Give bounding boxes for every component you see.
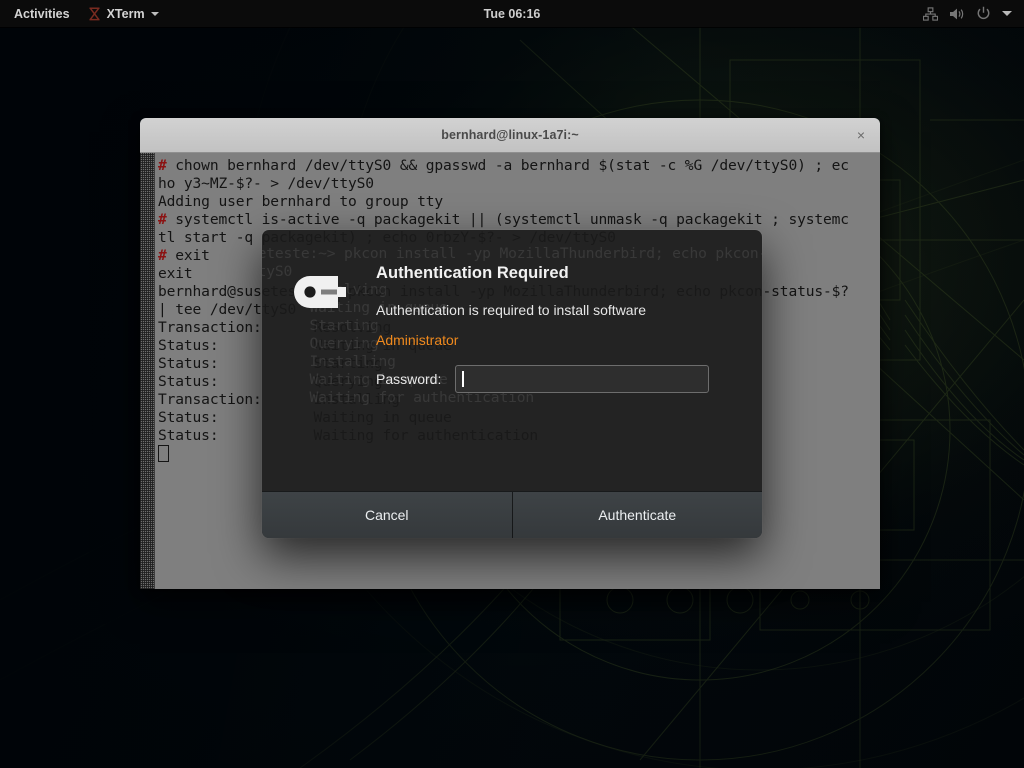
system-status-area[interactable] [923,6,1024,21]
activities-label: Activities [14,6,70,21]
auth-dialog-title: Authentication Required [376,264,569,282]
clock-label: Tue 06:16 [483,6,541,21]
terminal-line: ho y3~MZ-$?- > /dev/ttyS0 [158,175,374,192]
xterm-title-label: bernhard@linux-1a7i:~ [441,128,579,142]
chevron-down-icon[interactable] [1002,11,1012,16]
terminal-line: Adding user bernhard to group tty [158,193,443,210]
terminal-prompt: # [158,247,167,264]
app-menu-label: XTerm [106,6,145,21]
terminal-line: # chown bernhard /dev/ttyS0 && gpasswd -… [158,157,849,174]
authentication-dialog[interactable]: # chown bernhard /dev/ttyS0 && gpasswd -… [262,230,762,538]
password-row: Password: [376,365,732,393]
chevron-down-icon [150,11,159,16]
text-cursor-icon [462,371,464,387]
network-wired-icon[interactable] [923,6,938,21]
auth-fields: Authentication Required Authentication i… [376,258,732,481]
auth-dialog-buttons: Cancel Authenticate [262,491,762,538]
xterm-scrollbar[interactable] [140,153,155,589]
activities-button[interactable]: Activities [0,0,79,27]
password-label: Password: [376,371,442,387]
authenticate-button[interactable]: Authenticate [511,492,762,538]
xterm-titlebar[interactable]: bernhard@linux-1a7i:~ × [140,118,880,153]
password-input[interactable] [455,365,710,393]
close-icon[interactable]: × [852,126,870,144]
auth-dialog-content: Authentication Required Authentication i… [262,230,762,491]
key-icon [292,258,354,481]
auth-identity-label: Administrator [376,332,459,348]
terminal-prompt: # [158,157,167,174]
cancel-button[interactable]: Cancel [262,492,512,538]
volume-icon[interactable] [949,7,965,21]
auth-dialog-message: Authentication is required to install so… [376,302,647,318]
gnome-top-bar: Activities XTerm Tue 06:16 [0,0,1024,27]
app-menu-button[interactable]: XTerm [79,0,168,27]
power-icon[interactable] [976,6,991,21]
terminal-line: # systemctl is-active -q packagekit || (… [158,211,849,228]
xterm-logo-icon [88,6,101,21]
desktop-screen: Activities XTerm Tue 06:16 bernhard@linu… [0,0,1024,768]
terminal-prompt: # [158,211,167,228]
